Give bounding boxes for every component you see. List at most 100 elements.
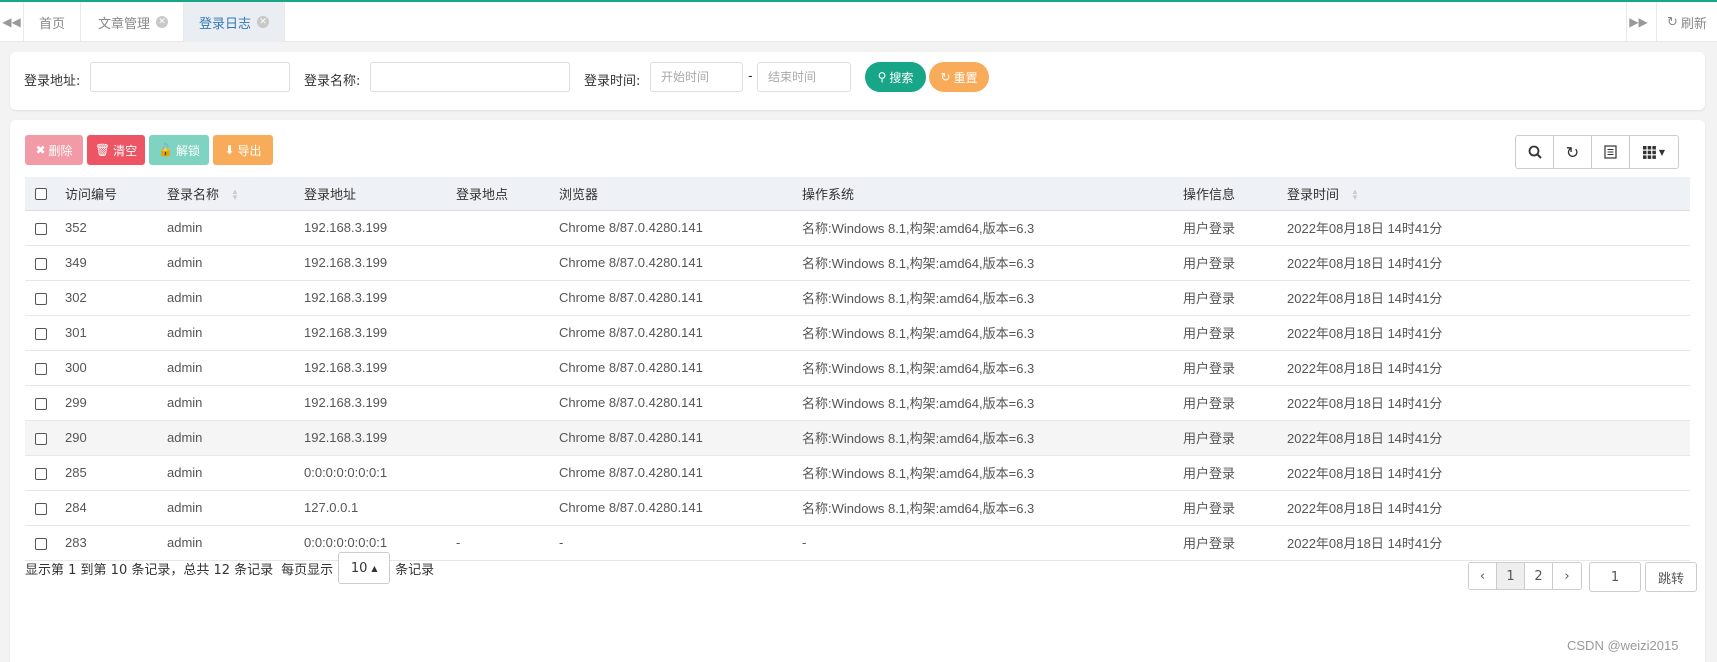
column-header-login-address[interactable]: 登录地址 (294, 177, 446, 211)
next-page-button[interactable]: › (1553, 563, 1581, 589)
table-toggle-view-button[interactable] (1592, 136, 1630, 168)
cell-os: - (792, 525, 1173, 561)
column-header-id[interactable]: 访问编号 (55, 177, 157, 211)
reset-button-label: 重置 (953, 70, 978, 85)
clear-button[interactable]: 🗑 清空 (87, 135, 145, 165)
pagination: ‹ 1 2 › (1468, 562, 1582, 590)
page-1-button[interactable]: 1 (1497, 563, 1525, 589)
start-time-input[interactable] (650, 62, 743, 92)
login-name-input[interactable] (370, 62, 570, 92)
select-all-cell (25, 177, 55, 211)
column-header-browser[interactable]: 浏览器 (549, 177, 792, 211)
table-row[interactable]: 285 admin 0:0:0:0:0:0:0:1 Chrome 8/87.0.428… (25, 455, 1690, 491)
sort-icon: ▲ ▼ (231, 187, 239, 203)
search-icon (1528, 145, 1542, 159)
tab-article-management[interactable]: 文章管理 ✕ (83, 2, 185, 42)
select-all-checkbox[interactable] (35, 188, 47, 201)
table-row[interactable]: 284 admin 127.0.0.1 Chrome 8/87.0.4280.141 名… (25, 490, 1690, 526)
cell-login-address: 192.168.3.199 (294, 420, 446, 456)
close-icon[interactable]: ✕ (156, 16, 169, 28)
table-row[interactable]: 302 admin 192.168.3.199 Chrome 8/87.0.4280.… (25, 280, 1690, 316)
row-checkbox[interactable] (35, 502, 47, 515)
row-checkbox[interactable] (35, 327, 47, 340)
cell-browser: Chrome 8/87.0.4280.141 (549, 315, 792, 351)
table-search-button[interactable] (1516, 136, 1554, 168)
cell-login-address: 192.168.3.199 (294, 210, 446, 246)
columns-dropdown-button[interactable]: ▼ (1630, 136, 1678, 168)
login-name-label: 登录名称: (304, 74, 361, 89)
end-time-input[interactable] (757, 62, 851, 92)
tab-scroll-left-button[interactable]: ◀◀ (0, 2, 24, 42)
cell-login-time: 2022年08月18日 14时41分 (1277, 420, 1690, 456)
row-checkbox[interactable] (35, 362, 47, 375)
cell-operation: 用户登录 (1173, 420, 1277, 456)
column-header-os[interactable]: 操作系统 (792, 177, 1173, 211)
row-checkbox[interactable] (35, 222, 47, 235)
cell-id: 285 (55, 455, 157, 491)
column-header-login-name[interactable]: 登录名称 ▲ ▼ (157, 177, 294, 211)
cell-login-time: 2022年08月18日 14时41分 (1277, 280, 1690, 316)
cell-operation: 用户登录 (1173, 350, 1277, 386)
row-select-cell (25, 350, 55, 386)
tab-label: 登录日志 (199, 16, 252, 32)
cell-login-time: 2022年08月18日 14时41分 (1277, 455, 1690, 491)
refresh-icon: ↻ (1565, 142, 1580, 162)
cell-browser: Chrome 8/87.0.4280.141 (549, 280, 792, 316)
row-select-cell (25, 420, 55, 456)
row-select-cell (25, 315, 55, 351)
jump-page-input[interactable]: 1 (1589, 562, 1641, 592)
column-header-operation[interactable]: 操作信息 (1173, 177, 1277, 211)
cell-operation: 用户登录 (1173, 210, 1277, 246)
cell-operation: 用户登录 (1173, 245, 1277, 281)
page-2-button[interactable]: 2 (1525, 563, 1553, 589)
row-checkbox[interactable] (35, 432, 47, 445)
tab-login-log[interactable]: 登录日志 ✕ (184, 2, 286, 42)
reset-button[interactable]: ↻ 重置 (929, 62, 989, 92)
close-icon[interactable]: ✕ (257, 16, 270, 28)
search-button[interactable]: ⚲ 搜索 (865, 62, 926, 92)
cell-login-location (446, 490, 549, 526)
login-address-input[interactable] (90, 62, 290, 92)
unlock-button[interactable]: 🔓 解锁 (149, 135, 209, 165)
clear-button-label: 清空 (113, 143, 138, 158)
tab-bar: ◀◀ 首页 文章管理 ✕ 登录日志 ✕ ▶▶ ↻ 刷新 (0, 2, 1717, 42)
row-checkbox[interactable] (35, 292, 47, 305)
delete-button[interactable]: ✖ 删除 (25, 135, 83, 165)
table-row[interactable]: 352 admin 192.168.3.199 Chrome 8/87.0.4280.… (25, 210, 1690, 246)
row-checkbox[interactable] (35, 467, 47, 480)
table-row[interactable]: 301 admin 192.168.3.199 Chrome 8/87.0.4280.… (25, 315, 1690, 351)
export-button[interactable]: ⬇ 导出 (213, 135, 273, 165)
row-checkbox[interactable] (35, 397, 47, 410)
tab-scroll-right-button[interactable]: ▶▶ (1626, 2, 1650, 42)
cell-login-location (446, 245, 549, 281)
cell-operation: 用户登录 (1173, 525, 1277, 561)
jump-button[interactable]: 跳转 (1645, 562, 1697, 592)
column-header-login-time[interactable]: 登录时间 ▲ ▼ (1277, 177, 1690, 211)
tab-home[interactable]: 首页 (24, 2, 82, 42)
table-row[interactable]: 300 admin 192.168.3.199 Chrome 8/87.0.4280.… (25, 350, 1690, 386)
tab-label: 首页 (39, 16, 66, 32)
row-select-cell (25, 245, 55, 281)
refresh-tab-button[interactable]: ↻ 刷新 (1656, 2, 1717, 42)
cell-operation: 用户登录 (1173, 490, 1277, 526)
prev-page-button[interactable]: ‹ (1469, 563, 1497, 589)
cell-login-location (446, 420, 549, 456)
cell-id: 284 (55, 490, 157, 526)
page-size-dropdown[interactable]: 10 ▲ (338, 552, 391, 584)
cell-login-address: 192.168.3.199 (294, 280, 446, 316)
table-row[interactable]: 290 admin 192.168.3.199 Chrome 8/87.0.4280.… (25, 420, 1690, 456)
cell-login-time: 2022年08月18日 14时41分 (1277, 350, 1690, 386)
table-refresh-button[interactable]: ↻ (1554, 136, 1592, 168)
cell-id: 352 (55, 210, 157, 246)
table-row[interactable]: 299 admin 192.168.3.199 Chrome 8/87.0.4280.… (25, 385, 1690, 421)
cell-browser: Chrome 8/87.0.4280.141 (549, 420, 792, 456)
records-suffix: 条记录 (395, 562, 435, 578)
column-header-login-location[interactable]: 登录地点 (446, 177, 549, 211)
cell-login-name: admin (157, 315, 294, 351)
table-row[interactable]: 349 admin 192.168.3.199 Chrome 8/87.0.4280.… (25, 245, 1690, 281)
column-header-label: 登录名称 (167, 186, 220, 202)
row-checkbox[interactable] (35, 537, 47, 550)
cell-operation: 用户登录 (1173, 315, 1277, 351)
table-tools-group: ↻ ▼ (1515, 135, 1679, 169)
row-checkbox[interactable] (35, 257, 47, 270)
